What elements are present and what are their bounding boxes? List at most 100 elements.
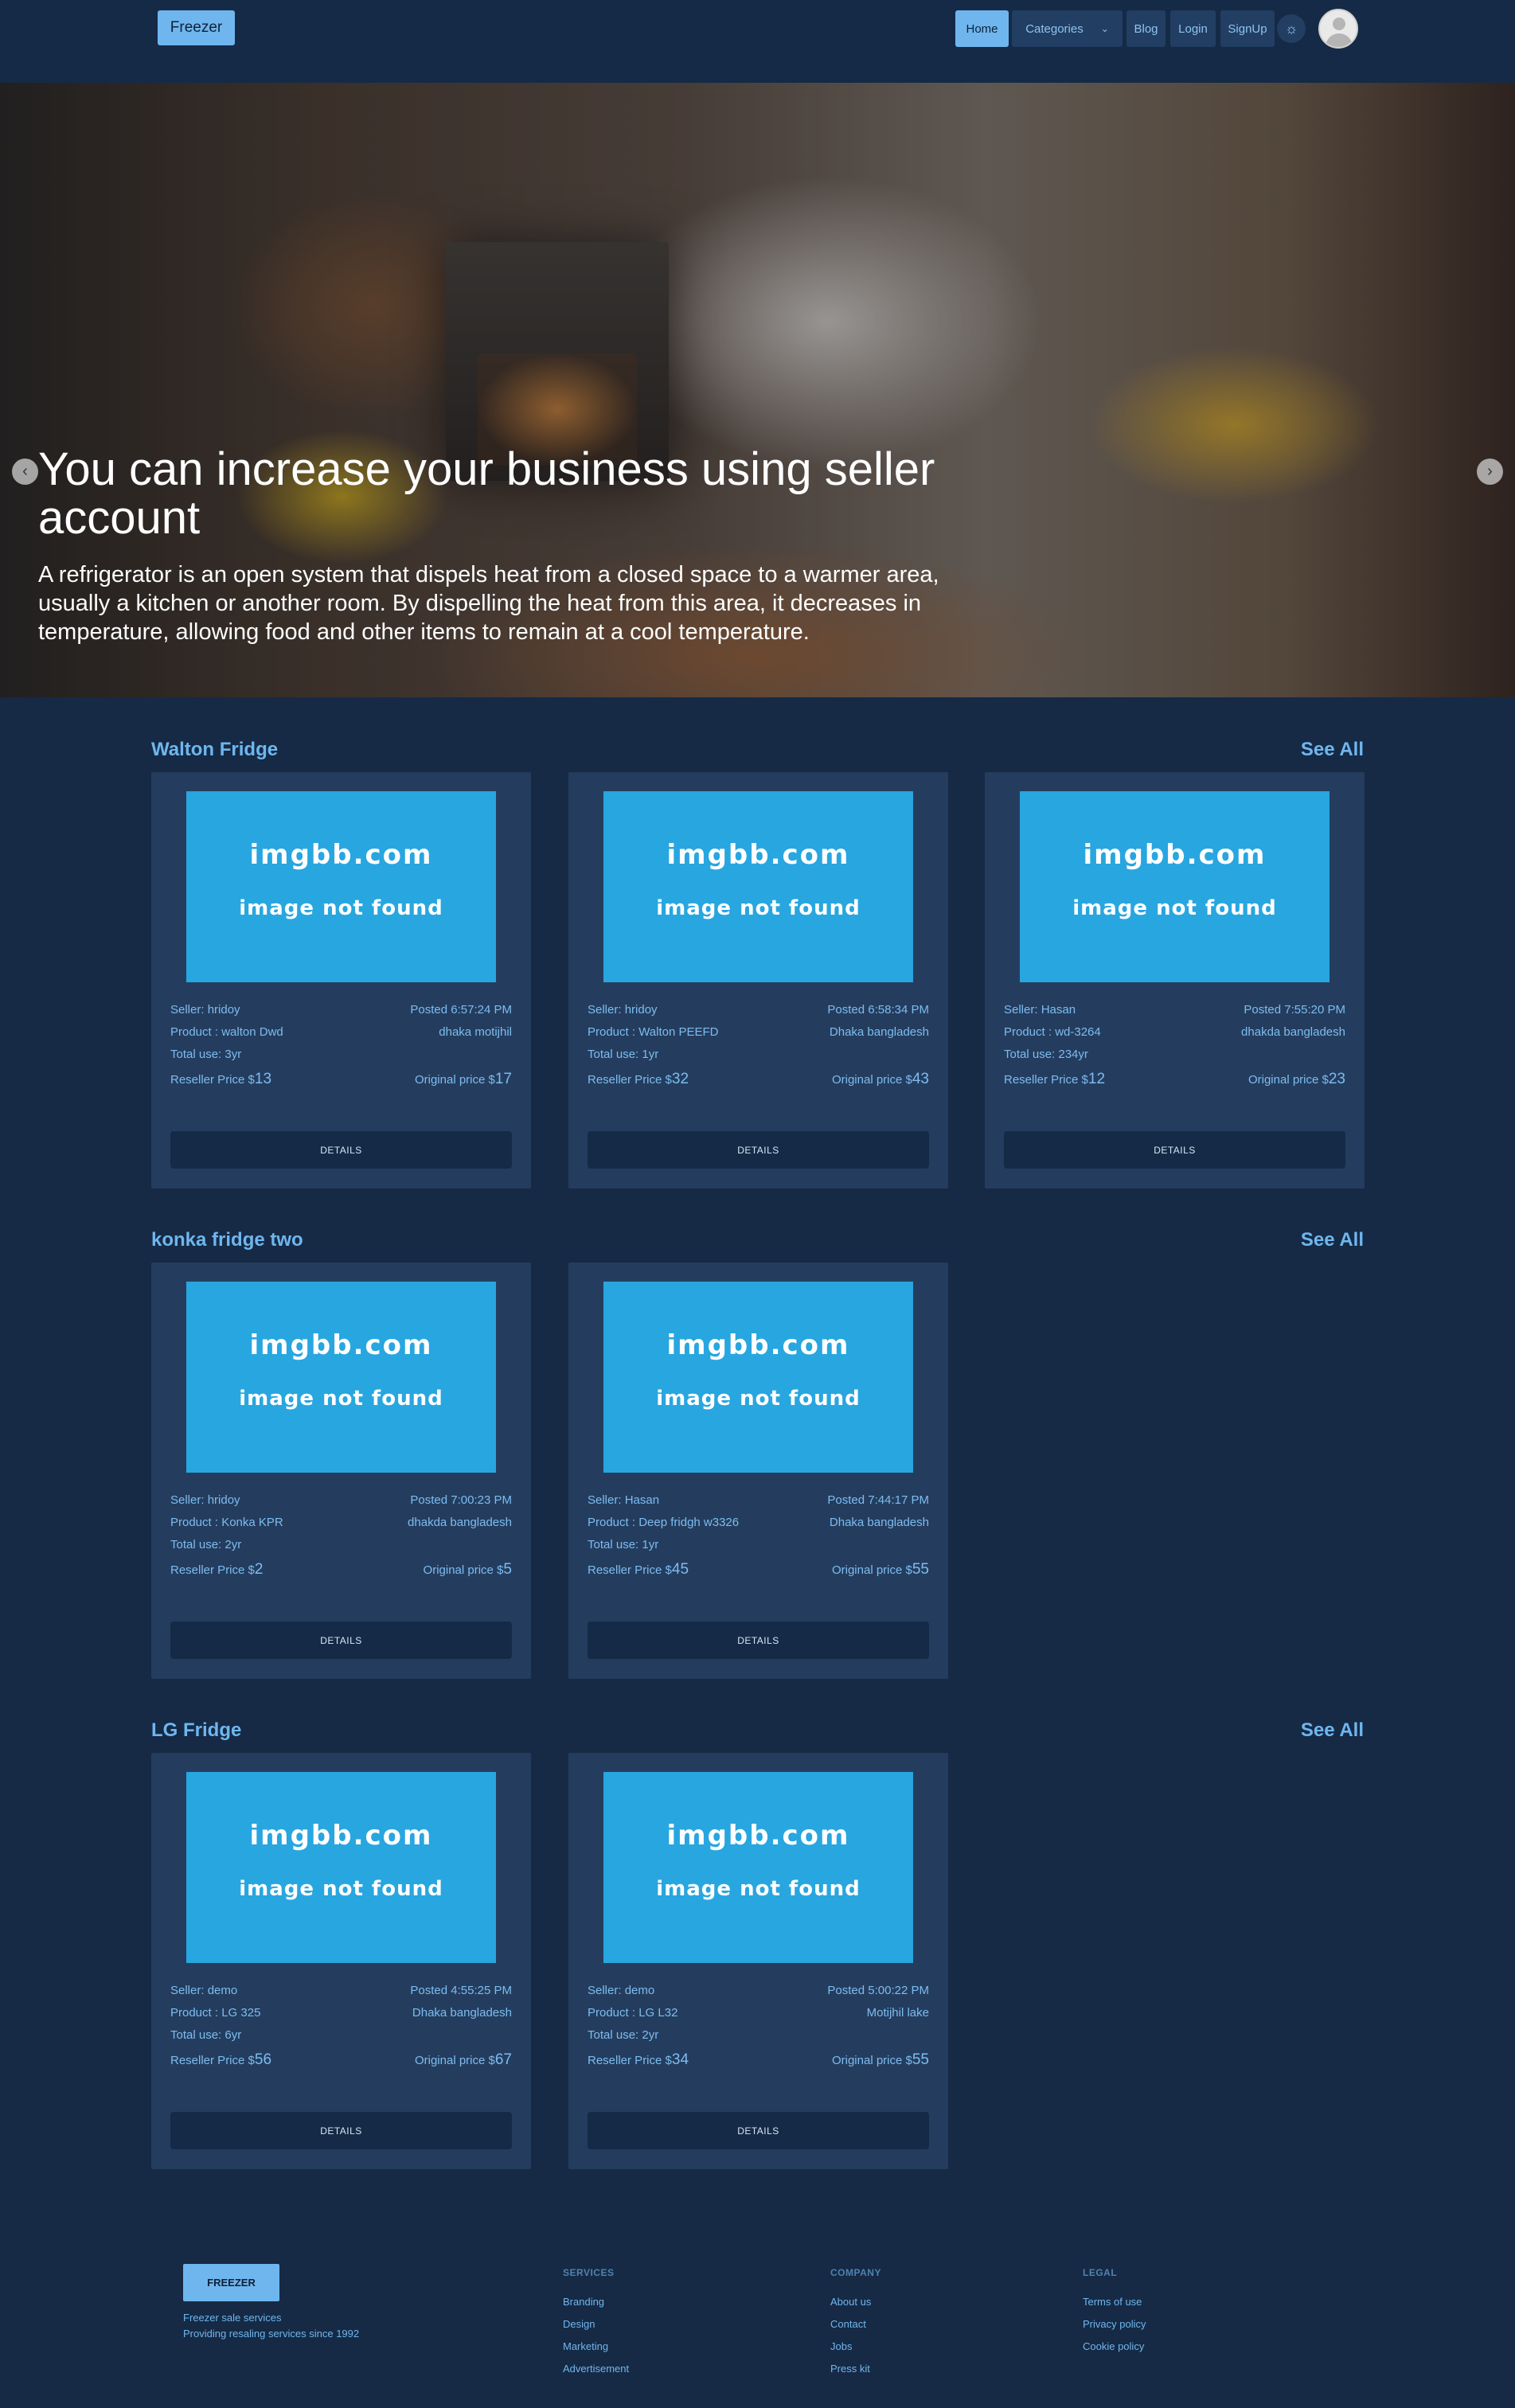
placeholder-subtitle: image not found [239, 896, 443, 920]
nav-home[interactable]: Home [955, 10, 1009, 47]
product-card: imgbb.com image not found Seller: demo P… [568, 1753, 948, 2169]
original-price: Original price $55 [831, 1561, 929, 1578]
product-card: imgbb.com image not found Seller: demo P… [151, 1753, 531, 2169]
details-button[interactable]: DETAILS [170, 1131, 512, 1169]
posted-time: Posted 7:00:23 PM [410, 1493, 512, 1507]
product-image-placeholder: imgbb.com image not found [186, 1772, 496, 1963]
footer-link[interactable]: Design [563, 2318, 595, 2330]
see-all-link[interactable]: See All [1205, 1229, 1364, 1251]
product-name: Product : walton Dwd [170, 1025, 283, 1039]
details-button[interactable]: DETAILS [588, 1622, 929, 1659]
nav-blog[interactable]: Blog [1126, 10, 1166, 47]
footer-link[interactable]: Marketing [563, 2340, 608, 2352]
sun-icon[interactable]: ☼ [1277, 14, 1306, 43]
footer-heading-legal: LEGAL [1083, 2267, 1118, 2278]
product-image-placeholder: imgbb.com image not found [186, 1282, 496, 1473]
hero-carousel: You can increase your business using sel… [0, 83, 1515, 697]
product-card: imgbb.com image not found Seller: hridoy… [151, 1263, 531, 1679]
footer-link[interactable]: Cookie policy [1083, 2340, 1144, 2352]
product-location: dhakda bangladesh [408, 1516, 512, 1529]
details-button[interactable]: DETAILS [1004, 1131, 1345, 1169]
footer-link[interactable]: Terms of use [1083, 2296, 1142, 2308]
footer-link[interactable]: Jobs [830, 2340, 852, 2352]
product-image-placeholder: imgbb.com image not found [1020, 791, 1330, 982]
original-price: Original price $5 [423, 1561, 512, 1578]
total-use: Total use: 2yr [588, 2028, 659, 2042]
hero-description: A refrigerator is an open system that di… [38, 562, 939, 645]
total-use: Total use: 234yr [1004, 1048, 1088, 1061]
placeholder-subtitle: image not found [656, 1387, 861, 1411]
product-card: imgbb.com image not found Seller: Hasan … [985, 772, 1365, 1188]
footer-link[interactable]: Privacy policy [1083, 2318, 1146, 2330]
placeholder-subtitle: image not found [656, 896, 861, 920]
product-name: Product : LG L32 [588, 2006, 678, 2020]
total-use: Total use: 1yr [588, 1538, 659, 1551]
footer-tagline: Providing resaling services since 1992 [183, 2328, 360, 2340]
posted-time: Posted 5:00:22 PM [827, 1984, 929, 1997]
brand-button[interactable]: Freezer [158, 10, 235, 45]
nav-categories-dropdown[interactable]: Categories ⌄ [1012, 10, 1123, 47]
footer-link[interactable]: About us [830, 2296, 871, 2308]
details-button[interactable]: DETAILS [170, 2112, 512, 2149]
product-name: Product : Konka KPR [170, 1516, 283, 1529]
product-image-placeholder: imgbb.com image not found [603, 791, 913, 982]
seller-info: Seller: demo [588, 1984, 655, 1997]
seller-info: Seller: hridoy [170, 1003, 240, 1017]
placeholder-title: imgbb.com [666, 839, 850, 871]
product-card: imgbb.com image not found Seller: Hasan … [568, 1263, 948, 1679]
footer-link[interactable]: Contact [830, 2318, 866, 2330]
chevron-left-icon[interactable]: ‹ [12, 459, 38, 485]
original-price: Original price $67 [414, 2051, 512, 2068]
see-all-link[interactable]: See All [1205, 1719, 1364, 1742]
posted-time: Posted 7:55:20 PM [1244, 1003, 1345, 1017]
footer-brand-button[interactable]: FREEZER [183, 2264, 279, 2301]
original-price: Original price $17 [414, 1071, 512, 1087]
total-use: Total use: 3yr [170, 1048, 242, 1061]
details-button[interactable]: DETAILS [588, 2112, 929, 2149]
product-name: Product : LG 325 [170, 2006, 261, 2020]
seller-info: Seller: hridoy [588, 1003, 658, 1017]
details-button[interactable]: DETAILS [170, 1622, 512, 1659]
placeholder-title: imgbb.com [249, 839, 433, 871]
posted-time: Posted 7:44:17 PM [827, 1493, 929, 1507]
reseller-price: Reseller Price $13 [170, 1071, 272, 1087]
product-image-placeholder: imgbb.com image not found [186, 791, 496, 982]
posted-time: Posted 6:58:34 PM [827, 1003, 929, 1017]
seller-info: Seller: Hasan [588, 1493, 660, 1507]
total-use: Total use: 2yr [170, 1538, 242, 1551]
nav-categories-label: Categories [1025, 21, 1084, 36]
details-button[interactable]: DETAILS [588, 1131, 929, 1169]
chevron-down-icon: ⌄ [1100, 23, 1109, 34]
seller-info: Seller: Hasan [1004, 1003, 1076, 1017]
product-location: Dhaka bangladesh [829, 1025, 929, 1039]
product-location: dhaka motijhil [439, 1025, 512, 1039]
footer-link[interactable]: Advertisement [563, 2363, 629, 2375]
chevron-right-icon[interactable]: › [1477, 459, 1503, 485]
product-name: Product : Deep fridgh w3326 [588, 1516, 740, 1529]
product-image-placeholder: imgbb.com image not found [603, 1282, 913, 1473]
user-avatar-icon[interactable] [1318, 9, 1358, 49]
footer-link[interactable]: Branding [563, 2296, 604, 2308]
total-use: Total use: 1yr [588, 1048, 659, 1061]
seller-info: Seller: hridoy [170, 1493, 240, 1507]
nav-signup[interactable]: SignUp [1220, 10, 1275, 47]
footer-link[interactable]: Press kit [830, 2363, 870, 2375]
product-card: imgbb.com image not found Seller: hridoy… [151, 772, 531, 1188]
navbar: Freezer Home Categories ⌄ Blog Login Sig… [0, 0, 1515, 83]
reseller-price: Reseller Price $12 [1004, 1071, 1106, 1087]
nav-login[interactable]: Login [1170, 10, 1216, 47]
total-use: Total use: 6yr [170, 2028, 242, 2042]
placeholder-title: imgbb.com [666, 1329, 850, 1361]
product-location: Dhaka bangladesh [829, 1516, 929, 1529]
placeholder-title: imgbb.com [1083, 839, 1267, 871]
posted-time: Posted 6:57:24 PM [410, 1003, 512, 1017]
seller-info: Seller: demo [170, 1984, 238, 1997]
see-all-link[interactable]: See All [1205, 739, 1364, 761]
placeholder-subtitle: image not found [239, 1877, 443, 1901]
footer-tagline: Freezer sale services [183, 2312, 282, 2324]
section-title: Walton Fridge [151, 739, 279, 760]
product-location: Motijhil lake [866, 2006, 929, 2020]
reseller-price: Reseller Price $45 [588, 1561, 689, 1578]
product-card: imgbb.com image not found Seller: hridoy… [568, 772, 948, 1188]
placeholder-title: imgbb.com [666, 1820, 850, 1852]
